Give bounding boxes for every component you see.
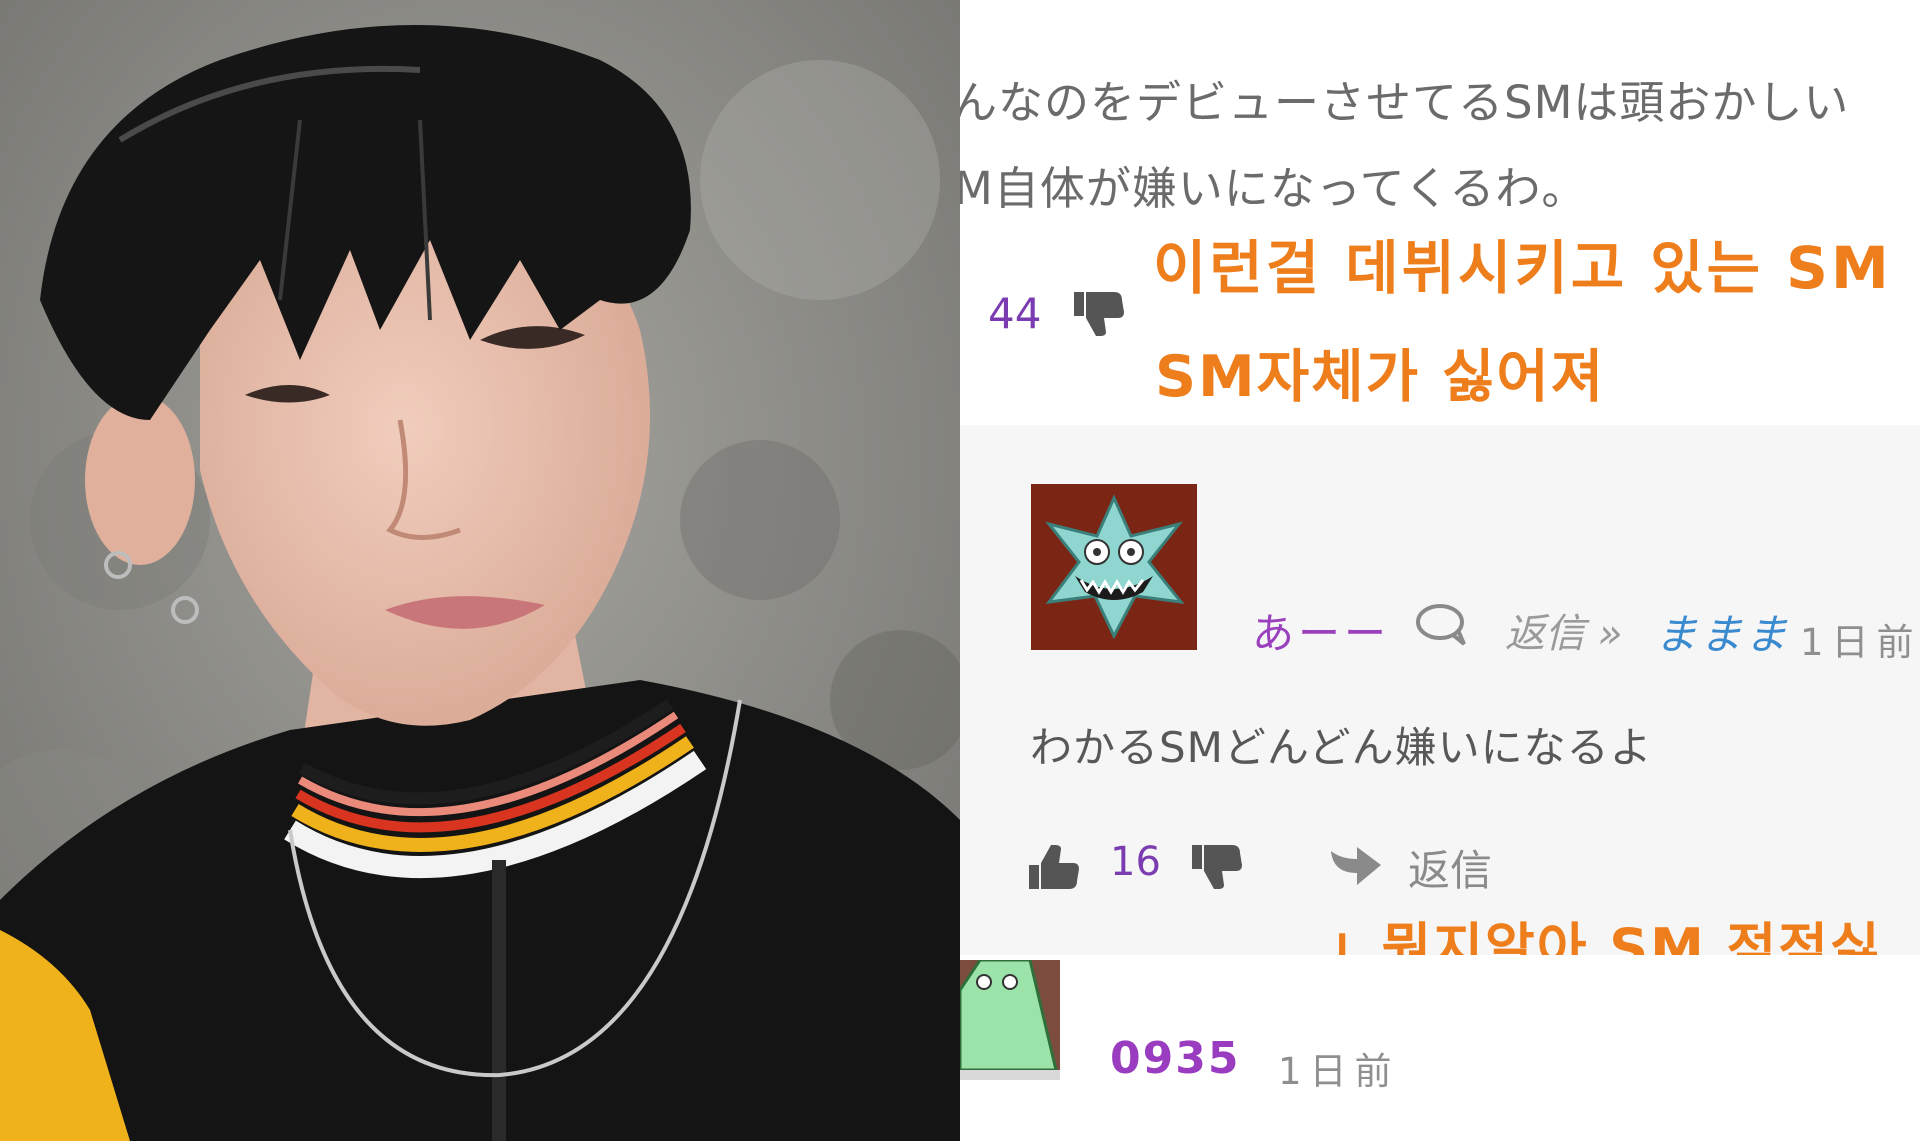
comment-username[interactable]: 0935 [1110,1033,1240,1084]
comment-text-line-1: んなのをデビューさせてるSMは頭おかしい [960,76,1850,129]
avatar-star-icon[interactable] [1031,484,1197,650]
portrait-photo [0,0,960,1141]
like-count: 16 [1110,839,1161,885]
reply-timestamp: 1日前 [1800,621,1920,664]
chat-bubble-icon [1416,604,1466,646]
avatar-green-icon[interactable] [960,960,1060,1080]
translation-line-2: SM자체가 싫어져 [1155,344,1606,410]
comment-thread-screenshot: んなのをデビューさせてるSMは頭おかしい M自体が嫌いになってくるわ。 이런걸 … [960,0,1920,1141]
reply-username[interactable]: あーー [1252,600,1390,661]
dislike-count: 44 [988,289,1042,338]
comment-text-line-2: M自体が嫌いになってくるわ。 [960,162,1588,215]
translation-line-1: 이런걸 데뷔시키고 있는 SM [1153,234,1892,302]
reply-arrow-icon[interactable] [1327,843,1385,889]
like-icon[interactable] [1027,843,1083,891]
portrait-illustration [0,0,960,1141]
comment-timestamp: 1日前 [1278,1050,1400,1093]
reply-to-username[interactable]: ままま [1655,601,1790,662]
reply-button-label[interactable]: 返信 [1408,837,1492,898]
reply-link[interactable]: 返信 » [1505,601,1622,659]
reply-text: わかるSMどんどん嫌いになるよ [1030,723,1653,772]
composite-image: んなのをデビューさせてるSMは頭おかしい M自体が嫌いになってくるわ。 이런걸 … [0,0,1920,1141]
dislike-icon[interactable] [1072,290,1128,338]
dislike-icon[interactable] [1190,843,1246,891]
comment-bottom [960,955,1920,1141]
